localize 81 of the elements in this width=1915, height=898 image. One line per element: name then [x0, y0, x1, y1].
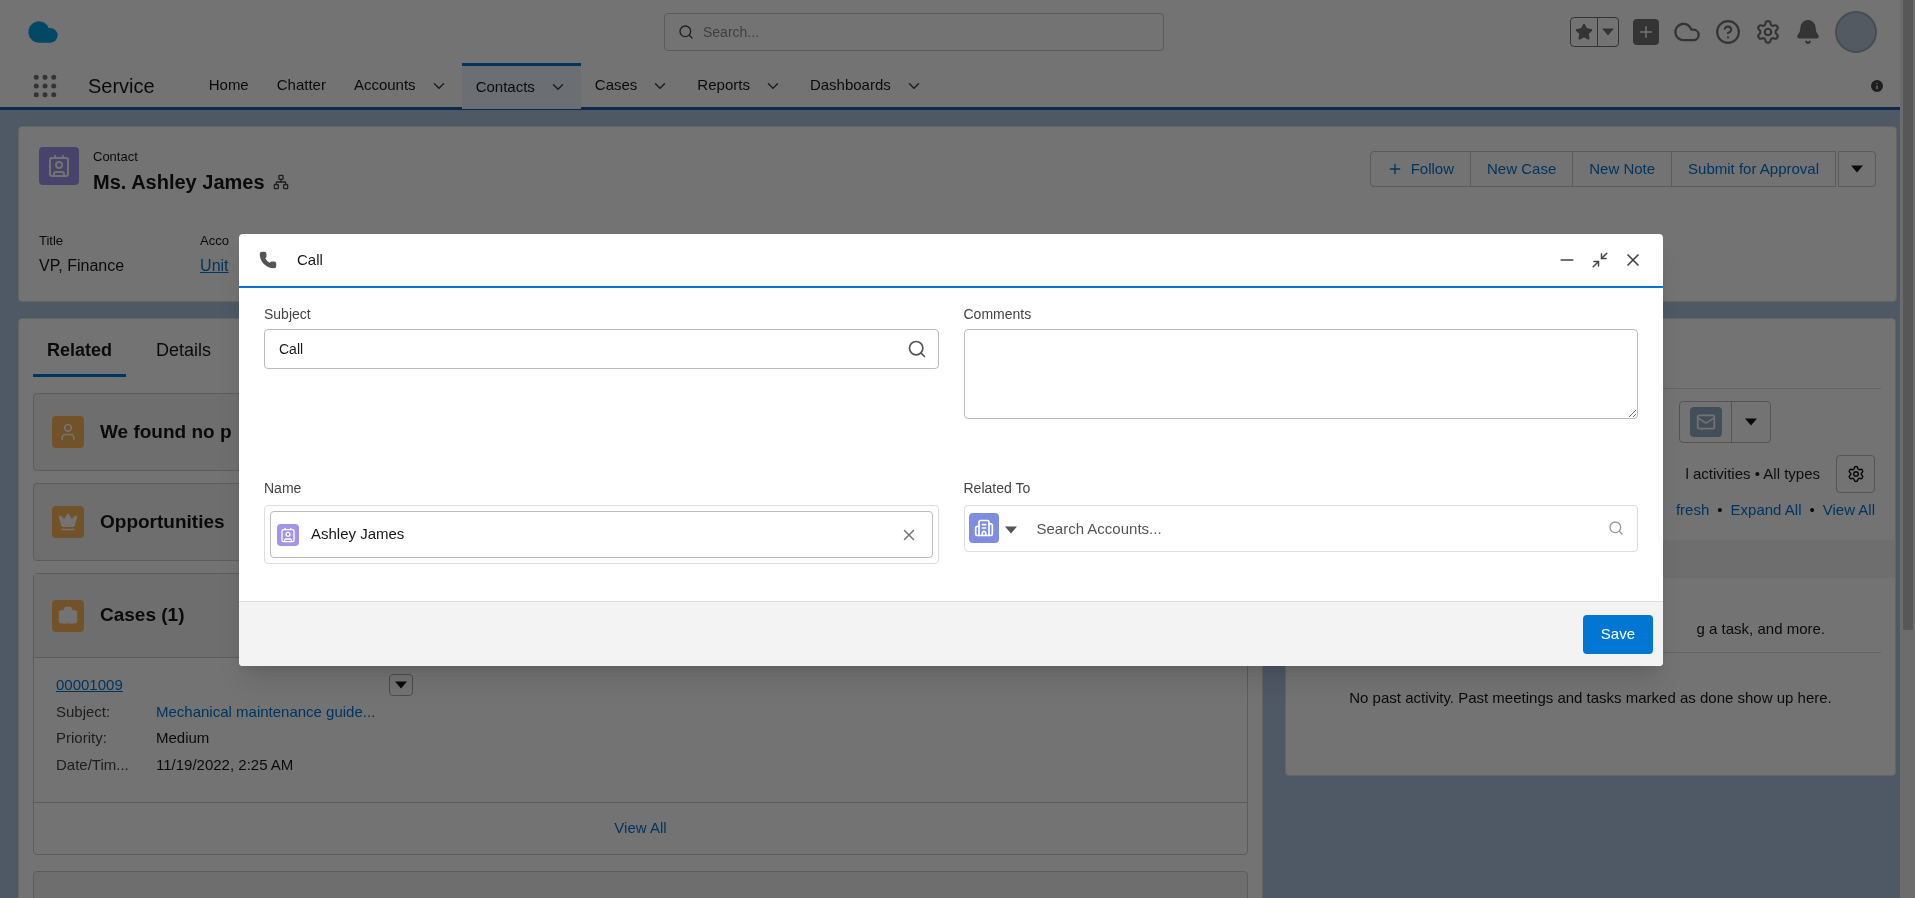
separator-dot: •: [1809, 500, 1815, 520]
contact-icon: [39, 147, 79, 185]
contact-icon: [277, 523, 299, 546]
subject-field[interactable]: Call: [264, 329, 939, 369]
caret-icon: [1602, 28, 1614, 36]
comments-field[interactable]: [963, 329, 1638, 419]
field-label: Acco: [200, 231, 229, 250]
caret-icon: [395, 681, 407, 690]
case-field-label: Priority:: [56, 728, 108, 748]
upcoming-text: g a task, and more.: [1696, 618, 1825, 639]
plus-button[interactable]: [1633, 19, 1659, 45]
object-label: Contact: [93, 148, 139, 166]
field-label: Related To: [963, 479, 1032, 498]
action-button[interactable]: New Note: [1572, 151, 1673, 187]
card-title: Opportunities: [100, 509, 225, 534]
settings-icon[interactable]: [1755, 19, 1781, 45]
card-title: Cases (1): [100, 603, 185, 628]
briefcase-icon: [52, 599, 84, 632]
hierarchy-icon[interactable]: [272, 173, 289, 190]
restore-icon[interactable]: [1591, 251, 1609, 269]
case-field-value: 11/19/2022, 2:25 AM: [156, 754, 294, 775]
nav-tab[interactable]: Cases: [580, 62, 684, 109]
person-icon: [52, 416, 84, 448]
card-title: We found no p: [100, 419, 232, 444]
case-field-label: Date/Tim...: [56, 754, 130, 775]
search-icon: [678, 24, 694, 40]
activity-link[interactable]: View All: [1822, 499, 1875, 522]
crown-icon: [52, 506, 84, 538]
separator-dot: •: [1717, 500, 1723, 520]
nav-tab[interactable]: Home: [194, 62, 263, 109]
field-value: VP, Finance: [39, 256, 125, 276]
case-field-label: Subject:: [56, 701, 112, 722]
view-all-link[interactable]: View All: [614, 817, 667, 840]
name-pill[interactable]: Ashley James: [270, 511, 933, 558]
mail-icon: [1695, 412, 1716, 432]
nav-tab[interactable]: Accounts: [339, 62, 462, 109]
phone-icon: [259, 251, 277, 269]
nav-tab[interactable]: Chatter: [262, 62, 340, 109]
past-activity-text: No past activity. Past meetings and tasks marked as done show up here.: [1349, 689, 1832, 706]
action-button[interactable]: Submit for Approval: [1671, 151, 1836, 187]
field-link[interactable]: Unit: [200, 254, 229, 278]
search-icon: [906, 339, 927, 359]
dialog-title: Call: [297, 249, 323, 270]
activity-filter-text: l activities • All types: [1685, 463, 1820, 484]
name-lookup-field[interactable]: Ashley James: [264, 505, 939, 564]
field-label: Title: [39, 231, 65, 250]
star-icon: [1575, 23, 1593, 41]
record-tab[interactable]: Details: [156, 337, 212, 377]
bell-icon[interactable]: [1795, 19, 1821, 45]
search-icon: [1608, 520, 1624, 536]
building-icon[interactable]: [968, 513, 999, 543]
record-title: Ms. Ashley James: [93, 169, 265, 195]
row-actions-button[interactable]: [389, 674, 413, 697]
record-tab[interactable]: Related: [33, 337, 127, 377]
caret-icon: [1851, 165, 1863, 173]
nav-tab[interactable]: Reports: [683, 62, 796, 109]
info-icon[interactable]: [1869, 77, 1885, 94]
nav-tab[interactable]: Dashboards: [795, 62, 937, 109]
related-to-field[interactable]: Search Accounts...: [963, 505, 1638, 552]
field-label: Name: [264, 479, 303, 498]
case-subject-link[interactable]: Mechanical maintenance guide...: [156, 700, 376, 723]
settings-button[interactable]: [1836, 455, 1875, 493]
more-actions-button[interactable]: [1838, 151, 1876, 187]
field-label: Subject: [264, 305, 312, 324]
avatar[interactable]: [1835, 11, 1877, 53]
action-button[interactable]: Follow: [1369, 151, 1472, 187]
caret-icon: [1004, 526, 1017, 534]
case-number-link[interactable]: 00001009: [56, 674, 123, 697]
caret-icon: [1745, 418, 1757, 426]
help-icon[interactable]: [1715, 19, 1741, 45]
plus-icon: [1637, 23, 1655, 41]
save-button[interactable]: Save: [1582, 614, 1653, 654]
app-name: Service: [88, 73, 155, 99]
case-field-value: Medium: [156, 728, 210, 748]
nav-tab[interactable]: Contacts: [461, 62, 581, 109]
activity-link[interactable]: fresh: [1675, 499, 1710, 522]
gear-icon: [1846, 465, 1865, 483]
field-label: Comments: [963, 305, 1033, 324]
activity-link[interactable]: Expand All: [1730, 499, 1802, 522]
action-button[interactable]: New Case: [1470, 151, 1574, 187]
favorites-button[interactable]: [1570, 17, 1619, 47]
